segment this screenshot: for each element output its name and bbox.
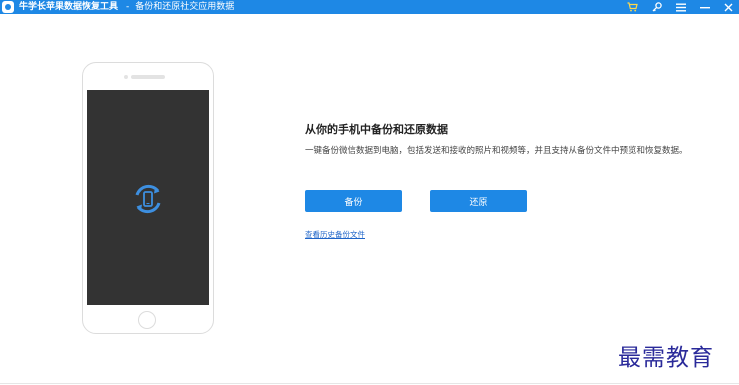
backup-button[interactable]: 备份 [305,190,402,212]
window-controls [627,0,733,14]
feature-description: 一键备份微信数据到电脑，包括发送和接收的照片和视频等，并且支持从备份文件中预览和… [305,146,688,156]
watermark-logo: 最需教育 [618,345,714,371]
phone-camera [124,75,128,79]
menu-icon[interactable] [676,3,686,12]
close-icon[interactable] [724,3,733,12]
app-title: 牛学长苹果数据恢复工具 [19,2,119,12]
cart-icon[interactable] [627,2,638,12]
key-icon[interactable] [652,2,662,12]
page-heading: 从你的手机中备份和还原数据 [305,123,448,136]
phone-illustration [82,62,214,334]
page-subtitle: 备份和还原社交应用数据 [135,2,235,12]
view-history-backups-link[interactable]: 查看历史备份文件 [305,229,365,240]
bottom-divider [0,383,739,384]
title-separator: - [126,2,130,12]
app-logo-icon [2,1,14,13]
phone-screen [87,90,209,305]
minimize-icon[interactable] [700,3,710,12]
phone-speaker [131,75,165,79]
title-bar: 牛学长苹果数据恢复工具 - 备份和还原社交应用数据 [0,0,739,14]
sync-phone-icon [135,184,161,214]
phone-home-button [138,311,156,329]
restore-button[interactable]: 还原 [430,190,527,212]
